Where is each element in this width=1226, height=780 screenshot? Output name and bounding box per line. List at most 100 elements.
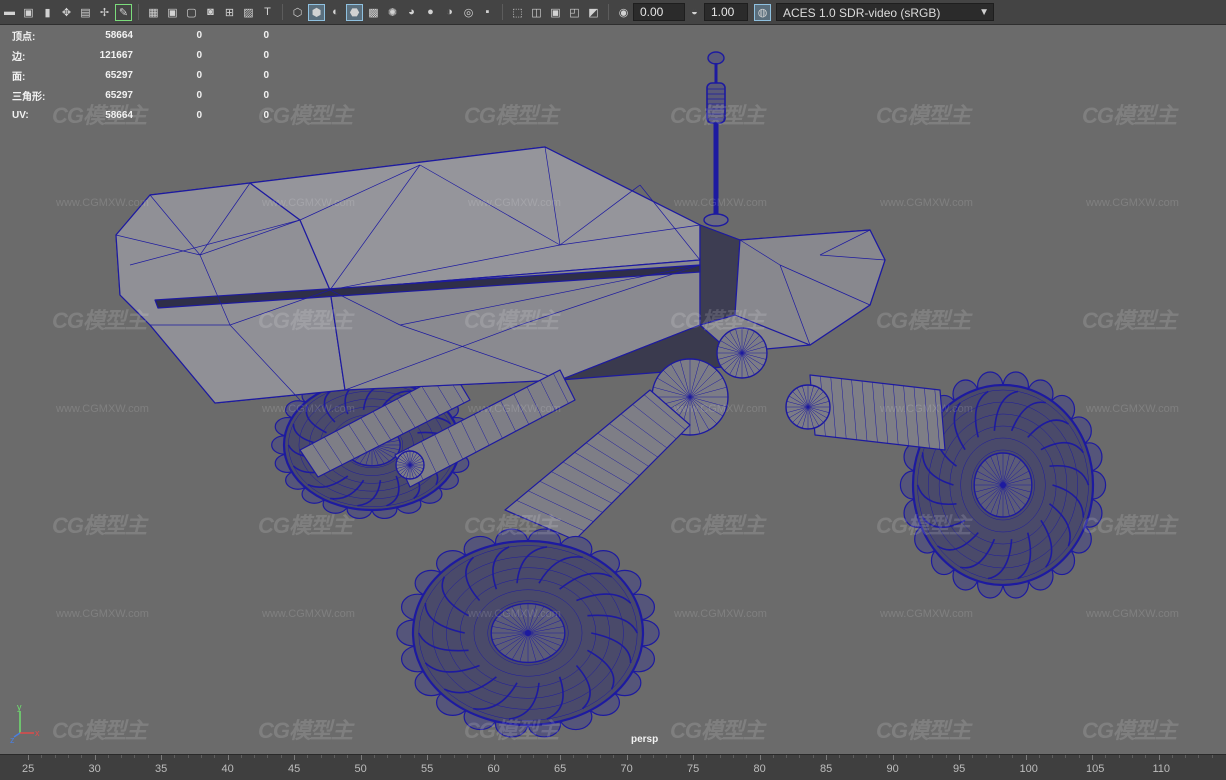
timeline-minor-tick bbox=[879, 755, 881, 758]
toolbar-separator bbox=[608, 4, 609, 20]
timeline-minor-tick bbox=[932, 755, 934, 758]
move-tool-icon[interactable]: ✢ bbox=[96, 4, 113, 21]
xray-icon[interactable]: ◫ bbox=[528, 4, 545, 21]
gamma-field[interactable]: 1.00 bbox=[704, 3, 748, 21]
timeline-major-tick bbox=[1158, 755, 1160, 760]
watermark-url: www.CGMXW.com bbox=[262, 197, 355, 209]
timeline-major-tick bbox=[94, 755, 96, 760]
timeline-minor-tick bbox=[998, 755, 1000, 758]
wireframe-icon[interactable]: ⬡ bbox=[289, 4, 306, 21]
timeline-frame-label: 50 bbox=[354, 763, 367, 775]
grid-icon[interactable]: ▦ bbox=[145, 4, 162, 21]
timeline-minor-tick bbox=[453, 755, 455, 758]
timeline-minor-tick bbox=[480, 755, 482, 758]
gamma-icon[interactable]: ◒ bbox=[686, 4, 703, 21]
timeline-minor-tick bbox=[1105, 755, 1107, 758]
time-slider[interactable]: 25 30 35 40 45 50 55 60 65 70 75 80 85 90 95 100 105 110 bbox=[0, 754, 1226, 780]
timeline-minor-tick bbox=[41, 755, 43, 758]
xray-joints-icon[interactable]: ◰ bbox=[566, 4, 583, 21]
watermark-url: www.CGMXW.com bbox=[262, 403, 355, 415]
use-default-material-icon[interactable]: ◐ bbox=[327, 4, 344, 21]
antenna-base bbox=[703, 213, 729, 227]
gate-mask-icon[interactable]: ◙ bbox=[202, 4, 219, 21]
grease-pencil-icon[interactable]: ✎ bbox=[115, 3, 132, 21]
smooth-shade-icon[interactable]: ⬢ bbox=[308, 3, 325, 21]
rover-wireframe-model[interactable] bbox=[0, 25, 1226, 754]
hud-v1: 65297 bbox=[105, 69, 133, 81]
camera-tools-icon[interactable]: ✥ bbox=[58, 4, 75, 21]
timeline-frame-label: 40 bbox=[221, 763, 234, 775]
color-management-dropdown[interactable]: ACES 1.0 SDR-video (sRGB) ▼ bbox=[776, 3, 994, 21]
hud-label: 面: bbox=[12, 71, 26, 83]
perspective-viewport[interactable]: 顶点: 58664 0 0 边: 121667 0 0 面: 65297 0 0 三角形: 65297 0 0… bbox=[0, 25, 1226, 754]
timeline-minor-tick bbox=[1185, 755, 1187, 758]
watermark-url: www.CGMXW.com bbox=[1086, 197, 1179, 209]
watermark-url: www.CGMXW.com bbox=[674, 608, 767, 620]
timeline-frame-label: 110 bbox=[1152, 763, 1171, 775]
hud-v3: 0 bbox=[263, 49, 269, 61]
film-gate-icon[interactable]: ▣ bbox=[20, 4, 37, 21]
anti-aliasing-icon[interactable]: ◎ bbox=[460, 4, 477, 21]
depth-of-field-icon[interactable]: ▪ bbox=[479, 4, 496, 21]
timeline-minor-tick bbox=[852, 755, 854, 758]
timeline-minor-tick bbox=[280, 755, 282, 758]
xray-active-icon[interactable]: ▣ bbox=[547, 4, 564, 21]
timeline-minor-tick bbox=[666, 755, 668, 758]
watermark-logo: CG模型主 bbox=[258, 103, 353, 128]
shadows-icon[interactable]: ◕ bbox=[403, 4, 420, 21]
timeline-minor-tick bbox=[440, 755, 442, 758]
bookmark-icon[interactable]: ▮ bbox=[39, 4, 56, 21]
textured-icon[interactable]: ▩ bbox=[365, 4, 382, 21]
timeline-minor-tick bbox=[506, 755, 508, 758]
watermark-url: www.CGMXW.com bbox=[674, 197, 767, 209]
timeline-frame-label: 30 bbox=[88, 763, 101, 775]
motion-blur-icon[interactable]: ◑ bbox=[441, 4, 458, 21]
backface-culling-icon[interactable]: ◩ bbox=[585, 4, 602, 21]
watermark-url: www.CGMXW.com bbox=[262, 608, 355, 620]
timeline-minor-tick bbox=[679, 755, 681, 758]
timeline-minor-tick bbox=[200, 755, 202, 758]
timeline-minor-tick bbox=[320, 755, 322, 758]
hud-v2: 0 bbox=[196, 69, 202, 81]
hud-label: 顶点: bbox=[12, 31, 36, 43]
timeline-minor-tick bbox=[214, 755, 216, 758]
timeline-major-tick bbox=[959, 755, 960, 760]
timeline-minor-tick bbox=[147, 755, 149, 758]
timeline-minor-tick bbox=[985, 755, 987, 758]
timeline-minor-tick bbox=[1065, 755, 1067, 758]
field-chart-icon[interactable]: ⊞ bbox=[221, 4, 238, 21]
isolate-select-icon[interactable]: ⬚ bbox=[509, 4, 526, 21]
view-transform-icon[interactable]: ◍ bbox=[754, 3, 771, 21]
timeline-frame-label: 90 bbox=[886, 763, 899, 775]
timeline-frame-label: 45 bbox=[288, 763, 301, 775]
hud-row: 边: 121667 0 0 bbox=[12, 45, 269, 65]
hud-v3: 0 bbox=[263, 69, 269, 81]
wireframe-on-shaded-icon[interactable]: ⬣ bbox=[346, 3, 363, 21]
timeline-major-tick bbox=[294, 755, 295, 760]
timeline-minor-tick bbox=[413, 755, 415, 758]
timeline-major-tick bbox=[427, 755, 428, 760]
resolution-gate-icon[interactable]: ▢ bbox=[183, 4, 200, 21]
mid-arm-hub bbox=[395, 450, 425, 480]
timeline-minor-tick bbox=[187, 755, 189, 758]
timeline-major-tick bbox=[1092, 755, 1093, 760]
image-plane-icon[interactable]: ▤ bbox=[77, 4, 94, 21]
film-gate-icon[interactable]: ▣ bbox=[164, 4, 181, 21]
watermark-url: www.CGMXW.com bbox=[880, 608, 973, 620]
timeline-major-tick bbox=[759, 755, 761, 760]
camera-attributes-icon[interactable]: ▬ bbox=[1, 4, 18, 21]
timeline-major-tick bbox=[693, 755, 694, 760]
watermark-logo: CG模型主 bbox=[670, 103, 765, 128]
exposure-field[interactable]: 0.00 bbox=[633, 3, 685, 21]
timeline-major-tick bbox=[1025, 755, 1027, 760]
safe-title-icon[interactable]: T bbox=[259, 4, 276, 21]
screen-space-ao-icon[interactable]: ● bbox=[422, 4, 439, 21]
timeline-frame-label: 35 bbox=[155, 763, 168, 775]
lights-icon[interactable]: ✺ bbox=[384, 4, 401, 21]
timeline-major-tick bbox=[227, 755, 229, 760]
timeline-major-tick bbox=[826, 755, 827, 760]
toolbar-separator bbox=[282, 4, 283, 20]
timeline-minor-tick bbox=[81, 755, 83, 758]
safe-action-icon[interactable]: ▨ bbox=[240, 4, 257, 21]
exposure-icon[interactable]: ◉ bbox=[615, 4, 632, 21]
